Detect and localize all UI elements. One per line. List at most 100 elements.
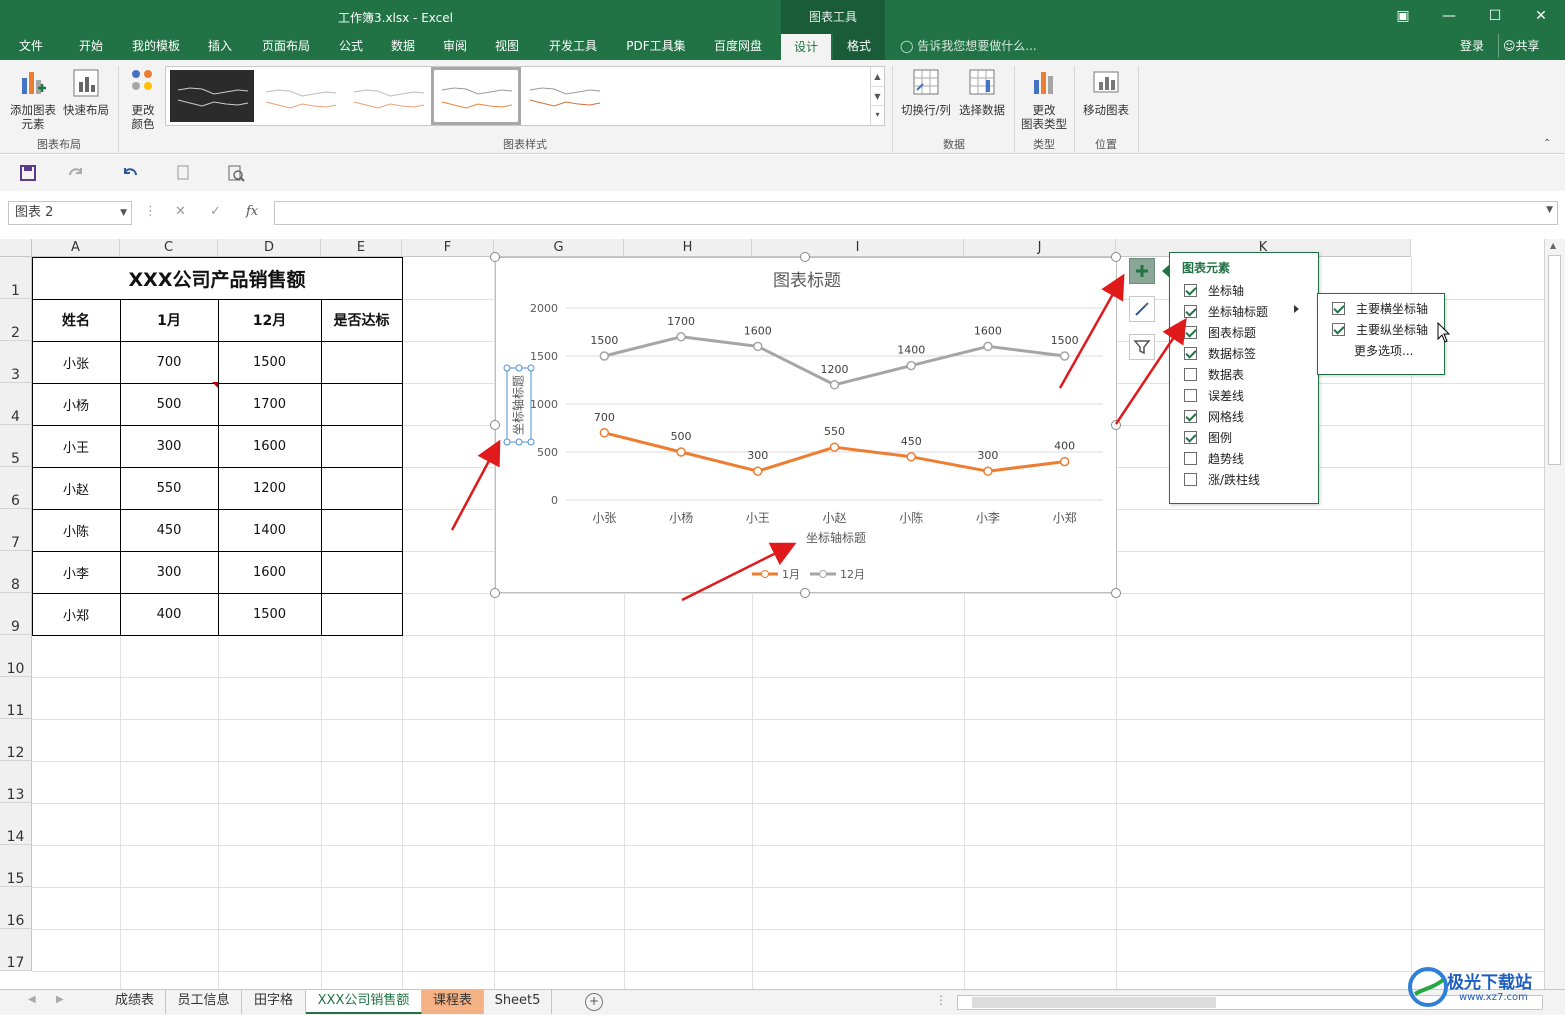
chart-element-option[interactable]: 趋势线	[1184, 448, 1244, 468]
tab-5[interactable]: 公式	[330, 34, 372, 60]
switch-row-column-button[interactable]: 切换行/列	[898, 66, 954, 117]
table-cell[interactable]: 1400	[218, 509, 321, 551]
table-cell[interactable]: 小杨	[32, 383, 120, 425]
chart-element-option[interactable]: 图例	[1184, 427, 1232, 447]
table-cell[interactable]: 300	[120, 425, 218, 467]
sheet-tab[interactable]: 员工信息	[166, 990, 242, 1014]
resize-handle[interactable]	[800, 588, 810, 598]
add-chart-element-button[interactable]: 添加图表 元素	[6, 66, 60, 131]
row-header[interactable]: 6	[0, 467, 32, 509]
tab-12[interactable]: 设计	[781, 34, 831, 60]
row-header[interactable]: 16	[0, 887, 32, 929]
column-header[interactable]: F	[402, 239, 494, 257]
table-cell[interactable]: 1600	[218, 551, 321, 593]
chart-element-option[interactable]: 坐标轴标题	[1184, 301, 1268, 321]
chart-style-1[interactable]	[170, 70, 254, 122]
expand-formula-icon[interactable]: ▼	[1546, 205, 1553, 215]
resize-handle[interactable]	[1111, 252, 1121, 262]
chart-element-option[interactable]: 数据表	[1184, 364, 1244, 384]
row-header[interactable]: 5	[0, 425, 32, 467]
checkbox[interactable]	[1184, 304, 1197, 318]
table-cell[interactable]: 1200	[218, 467, 321, 509]
tab-11[interactable]: 百度网盘	[702, 34, 774, 60]
table-cell[interactable]	[321, 383, 402, 425]
print-preview-zoom-icon[interactable]	[226, 163, 246, 183]
chart-elements-button[interactable]	[1129, 258, 1155, 284]
scroll-thumb[interactable]	[1548, 255, 1561, 465]
table-cell[interactable]: 小陈	[32, 509, 120, 551]
quick-layout-button[interactable]: 快速布局	[60, 66, 112, 117]
table-cell[interactable]: 小张	[32, 341, 120, 383]
row-header[interactable]: 8	[0, 551, 32, 593]
table-title[interactable]: XXX公司产品销售额	[32, 257, 402, 299]
checkbox[interactable]	[1184, 430, 1197, 444]
scroll-up-icon[interactable]: ▲	[1550, 241, 1556, 250]
prev-sheet-icon[interactable]: ◀	[28, 994, 36, 1005]
table-cell[interactable]: 小郑	[32, 593, 120, 635]
table-cell[interactable]	[321, 467, 402, 509]
select-data-button[interactable]: 选择数据	[956, 66, 1008, 117]
chart-element-option[interactable]: 数据标签	[1184, 343, 1256, 363]
tab-10[interactable]: PDF工具集	[616, 34, 696, 60]
table-cell[interactable]	[321, 425, 402, 467]
gallery-down-icon[interactable]: ▼	[871, 86, 884, 105]
chart-styles-gallery[interactable]: ▲ ▼ ▾	[165, 66, 885, 126]
table-cell[interactable]	[321, 551, 402, 593]
chart-element-option[interactable]: 网格线	[1184, 406, 1244, 426]
table-cell[interactable]: 300	[120, 551, 218, 593]
column-header[interactable]: E	[321, 239, 402, 257]
table-cell[interactable]	[321, 341, 402, 383]
print-preview-icon[interactable]	[174, 163, 194, 183]
row-header[interactable]: 14	[0, 803, 32, 845]
chart-filters-button[interactable]	[1129, 334, 1155, 360]
sheet-tab[interactable]: Sheet5	[484, 990, 552, 1014]
resize-handle[interactable]	[1111, 420, 1121, 430]
chart-element-option[interactable]: 涨/跌柱线	[1184, 469, 1260, 489]
table-cell[interactable]: 700	[120, 341, 218, 383]
tab-6[interactable]: 数据	[380, 34, 426, 60]
table-cell[interactable]: 550	[120, 467, 218, 509]
chart-style-5[interactable]	[522, 70, 606, 122]
checkbox[interactable]	[1184, 388, 1197, 402]
resize-handle[interactable]	[800, 252, 810, 262]
insert-function-icon[interactable]: fx	[246, 204, 258, 219]
vertical-scrollbar[interactable]: ▲	[1544, 239, 1565, 989]
checkbox[interactable]	[1332, 322, 1345, 336]
tab-7[interactable]: 审阅	[432, 34, 478, 60]
row-header[interactable]: 12	[0, 719, 32, 761]
row-header[interactable]: 1	[0, 257, 32, 299]
axis-title-option[interactable]: 主要纵坐标轴	[1332, 319, 1428, 339]
chart-element-option[interactable]: 误差线	[1184, 385, 1244, 405]
checkbox[interactable]	[1184, 409, 1197, 423]
chart-style-2[interactable]	[258, 70, 342, 122]
table-cell[interactable]: 小李	[32, 551, 120, 593]
row-header[interactable]: 2	[0, 299, 32, 341]
tell-me-search[interactable]: ◯ 告诉我您想要做什么...	[900, 34, 1037, 60]
submenu-arrow-icon[interactable]	[1294, 305, 1299, 313]
checkbox[interactable]	[1184, 325, 1197, 339]
sheet-tab[interactable]: 田字格	[242, 990, 306, 1014]
tab-0[interactable]: 文件	[8, 34, 54, 60]
header-cell[interactable]: 是否达标	[321, 299, 402, 341]
move-chart-button[interactable]: 移动图表	[1078, 66, 1134, 117]
checkbox[interactable]	[1184, 367, 1197, 381]
column-header[interactable]: H	[624, 239, 752, 257]
sheet-tab[interactable]: 成绩表	[104, 990, 166, 1014]
tab-2[interactable]: 我的模板	[120, 34, 192, 60]
column-header[interactable]: D	[218, 239, 321, 257]
change-chart-type-button[interactable]: 更改 图表类型	[1018, 66, 1070, 131]
checkbox[interactable]	[1184, 283, 1197, 297]
gallery-up-icon[interactable]: ▲	[871, 67, 884, 86]
row-header[interactable]: 7	[0, 509, 32, 551]
maximize-icon[interactable]: ☐	[1472, 0, 1518, 32]
save-icon[interactable]	[18, 163, 38, 183]
enter-icon[interactable]: ✓	[210, 204, 221, 219]
table-cell[interactable]: 1500	[218, 593, 321, 635]
table-cell[interactable]: 1600	[218, 425, 321, 467]
chart-styles-button[interactable]	[1129, 296, 1155, 322]
tab-13[interactable]: 格式	[833, 34, 885, 60]
gallery-scroll[interactable]: ▲ ▼ ▾	[870, 67, 884, 125]
table-cell[interactable]: 1500	[218, 341, 321, 383]
table-cell[interactable]: 450	[120, 509, 218, 551]
column-header[interactable]: I	[752, 239, 964, 257]
